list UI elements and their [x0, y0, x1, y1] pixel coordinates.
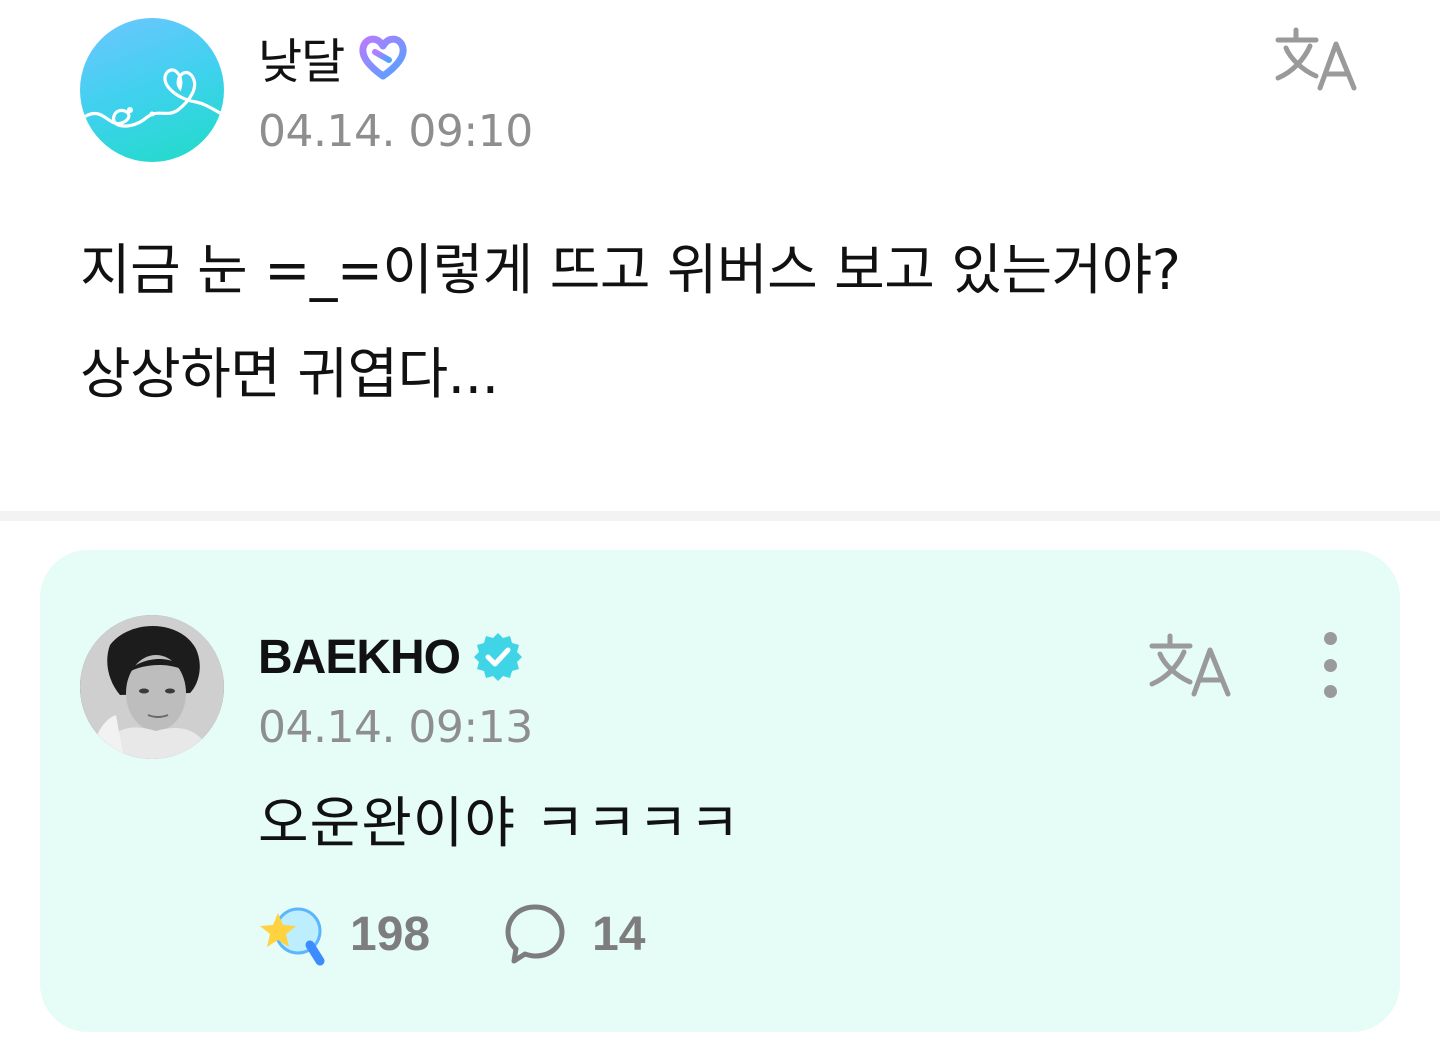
more-vertical-icon-dot: [1323, 685, 1337, 698]
artist-author-line: BAEKHO: [258, 624, 524, 690]
comment-count: 14: [592, 907, 646, 961]
artist-author-name[interactable]: BAEKHO: [258, 630, 461, 685]
verified-badge-icon: [472, 631, 524, 683]
fan-author-name[interactable]: 낮달: [258, 22, 345, 92]
artist-avatar[interactable]: [80, 615, 224, 759]
fan-heart-badge-icon: [356, 30, 410, 84]
fan-avatar[interactable]: [80, 18, 224, 162]
like-count: 198: [350, 907, 431, 961]
reaction-bar: 198 14: [258, 896, 645, 972]
artist-comment-card: BAEKHO 04.14. 09:13 오운완이야 ㅋㅋㅋㅋ 198 14: [40, 550, 1400, 1032]
star-lightstick-icon: [260, 907, 325, 966]
translate-button[interactable]: [1274, 24, 1362, 94]
artist-profile-photo: [80, 615, 224, 759]
comment-button[interactable]: 14: [500, 899, 645, 969]
artist-comment-timestamp: 04.14. 09:13: [258, 702, 533, 753]
more-options-button[interactable]: [1310, 632, 1350, 698]
artist-comment-body: 오운완이야 ㅋㅋㅋㅋ: [258, 791, 741, 855]
fan-post: 낮달 04.14. 09:10 지금 눈 =_=이렇게 뜨고 위버스 보고 있는…: [0, 0, 1440, 512]
translate-icon: [1149, 633, 1231, 697]
weverse-post-screen: 낮달 04.14. 09:10 지금 눈 =_=이렇게 뜨고 위버스 보고 있는…: [0, 0, 1440, 1057]
like-button[interactable]: 198: [258, 899, 430, 969]
speech-bubble-icon: [505, 904, 565, 964]
more-vertical-icon-dot: [1323, 632, 1337, 645]
fan-author-line: 낮달: [258, 22, 410, 92]
fan-post-body: 지금 눈 =_=이렇게 뜨고 위버스 보고 있는거야? 상상하면 귀엽다...: [80, 238, 1181, 406]
translate-icon: [1275, 27, 1357, 91]
fan-post-timestamp: 04.14. 09:10: [258, 106, 533, 157]
more-vertical-icon-dot: [1323, 658, 1337, 672]
heart-doodle-avatar-image: [84, 68, 224, 128]
section-divider: [0, 511, 1440, 521]
comment-translate-button[interactable]: [1148, 630, 1236, 700]
